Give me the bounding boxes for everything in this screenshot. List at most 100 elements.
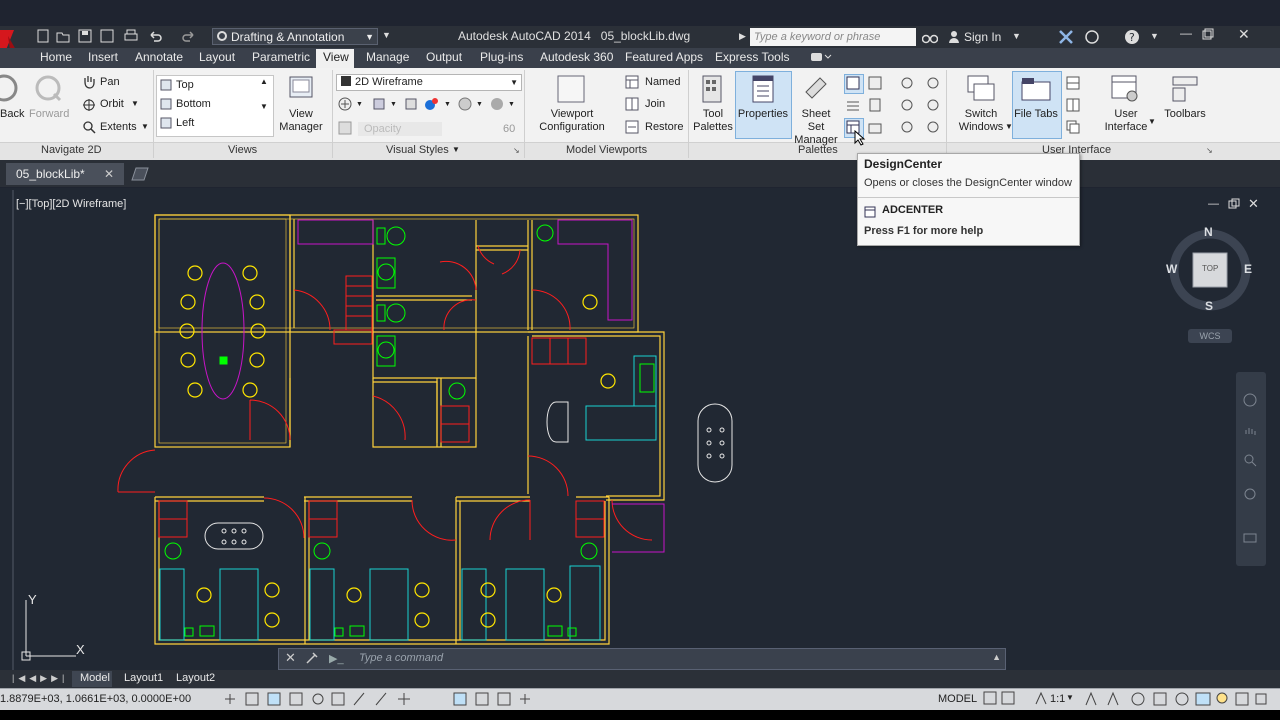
cascade-icon[interactable] [1066,120,1080,134]
back-icon[interactable] [0,74,20,102]
ribbon-minimize-icon[interactable] [810,51,832,63]
file-tabs-button[interactable]: File Tabs [1013,108,1059,121]
tab-insert[interactable]: Insert [88,50,118,64]
dropdown-icon[interactable]: ▼ [356,101,363,108]
quick-access-menu-icon[interactable]: ▼ [382,30,391,40]
save-as-icon[interactable] [100,29,114,43]
restore-icon[interactable] [1202,28,1214,40]
views-list[interactable] [156,75,274,137]
plot-icon[interactable] [124,29,138,43]
palette-extra-icon-3[interactable] [900,98,914,112]
switch-windows-button[interactable]: Switch Windows [955,108,1007,134]
viewcube-top-face[interactable]: TOP [1202,264,1218,273]
viewport-configuration-button[interactable]: Viewport Configuration [534,108,610,134]
layout-tab-model[interactable]: Model [80,672,110,684]
extents-button[interactable]: Extents [100,121,137,133]
nav-orbit-icon[interactable] [1242,486,1258,502]
floor-plan-drawing[interactable] [0,188,780,670]
quickcalc-icon[interactable] [868,76,882,90]
palette-extra-icon-6[interactable] [926,120,940,134]
view-top[interactable]: Top [176,79,194,91]
new-file-icon[interactable] [36,29,50,43]
content-browser-icon[interactable] [868,120,882,134]
dropdown-icon[interactable]: ▼ [508,101,515,108]
views-scroll-up-icon[interactable]: ▲ [260,77,268,86]
orbit-button[interactable]: Orbit [100,98,124,110]
palette-extra-icon-2[interactable] [926,76,940,90]
tab-express-tools[interactable]: Express Tools [715,50,789,64]
palette-extra-icon-4[interactable] [926,98,940,112]
binoculars-icon[interactable] [921,30,939,44]
edge-effects-icon[interactable] [372,97,386,111]
command-history-icon[interactable]: ▲ [992,652,1001,662]
visual-styles-title[interactable]: Visual Styles [386,144,449,156]
tab-output[interactable]: Output [426,50,462,64]
visual-style-dropdown[interactable]: 2D Wireframe ▼ [336,74,522,91]
color-icon[interactable] [424,97,440,111]
tile-vertical-icon[interactable] [1066,98,1080,112]
tab-autodesk-360[interactable]: Autodesk 360 [540,50,613,64]
orbit-dropdown-icon[interactable]: ▼ [131,99,139,108]
palette-extra-icon-5[interactable] [900,120,914,134]
command-close-icon[interactable]: ✕ [285,650,296,666]
tab-manage[interactable]: Manage [366,50,409,64]
tile-horizontal-icon[interactable] [1066,76,1080,90]
undo-icon[interactable] [148,29,162,43]
user-interface-launcher-icon[interactable]: ↘ [1206,146,1213,155]
forward-button[interactable]: Forward [29,108,69,121]
command-input[interactable]: Type a command [359,652,443,664]
properties-button[interactable]: Properties [737,108,789,121]
toolbars-button[interactable]: Toolbars [1160,108,1210,121]
tool-palettes-button[interactable]: Tool Palettes [693,108,733,134]
tab-annotate[interactable]: Annotate [135,50,183,64]
layer-properties-icon[interactable] [846,98,860,112]
material-icon[interactable] [490,97,504,111]
annotation-scale-value[interactable]: 1:1 [1050,693,1065,705]
viewport-close-icon[interactable]: ✕ [1248,196,1259,212]
search-expand-icon[interactable]: ▶ [739,31,746,42]
minimize-icon[interactable]: — [1180,26,1200,42]
user-interface-dropdown-icon[interactable]: ▼ [1148,117,1156,126]
save-icon[interactable] [78,29,92,43]
exchange-icon[interactable] [1058,29,1074,45]
shadow-icon[interactable] [338,97,352,111]
extents-dropdown-icon[interactable]: ▼ [141,122,149,131]
compass-north[interactable]: N [1204,225,1213,239]
back-button[interactable]: Back [0,108,24,121]
annotation-scale-icon[interactable] [1034,691,1048,705]
status-tray-icons[interactable] [1082,690,1272,708]
nav-showmotion-icon[interactable] [1242,530,1258,546]
stay-connected-icon[interactable] [1084,29,1100,45]
dropdown-icon[interactable]: ▼ [444,101,451,108]
named-button[interactable]: Named [645,76,680,88]
viewport-restore-icon[interactable] [1228,198,1240,210]
new-tab-icon[interactable] [130,166,150,182]
xray-icon[interactable] [458,97,472,111]
tab-plug-ins[interactable]: Plug-ins [480,50,523,64]
help-icon[interactable]: ? [1124,29,1140,45]
view-bottom[interactable]: Bottom [176,98,211,110]
tab-featured-apps[interactable]: Featured Apps [625,50,703,64]
command-line[interactable]: ✕ ▶_ Type a command ▲ [278,648,1006,670]
pan-button[interactable]: Pan [100,76,120,88]
tab-view[interactable]: View [323,50,349,64]
compass-west[interactable]: W [1166,262,1177,276]
visual-styles-dropdown-icon[interactable]: ▼ [452,145,460,154]
viewport-minimize-icon[interactable]: — [1208,198,1219,210]
open-file-icon[interactable] [56,29,70,43]
user-interface-button[interactable]: User Interface [1098,108,1154,134]
compass-south[interactable]: S [1205,299,1213,313]
close-tab-icon[interactable]: ✕ [104,163,114,185]
search-input[interactable]: Type a keyword or phrase [750,28,916,46]
palette-extra-icon[interactable] [900,76,914,90]
wcs-menu[interactable]: WCS [1188,329,1232,343]
views-scroll-down-icon[interactable]: ▼ [260,102,268,111]
close-window-icon[interactable]: ✕ [1238,26,1250,43]
file-tab[interactable]: 05_blockLib* ✕ [6,163,124,185]
markup-set-icon[interactable] [846,76,860,90]
view-manager-button[interactable]: View Manager [278,108,324,134]
dropdown-icon[interactable]: ▼ [390,101,397,108]
layout-nav-arrows-icon[interactable]: |◀◀▶▶| [12,673,68,684]
viewport-tools-icon[interactable] [982,691,1018,705]
tab-layout[interactable]: Layout [199,50,235,64]
